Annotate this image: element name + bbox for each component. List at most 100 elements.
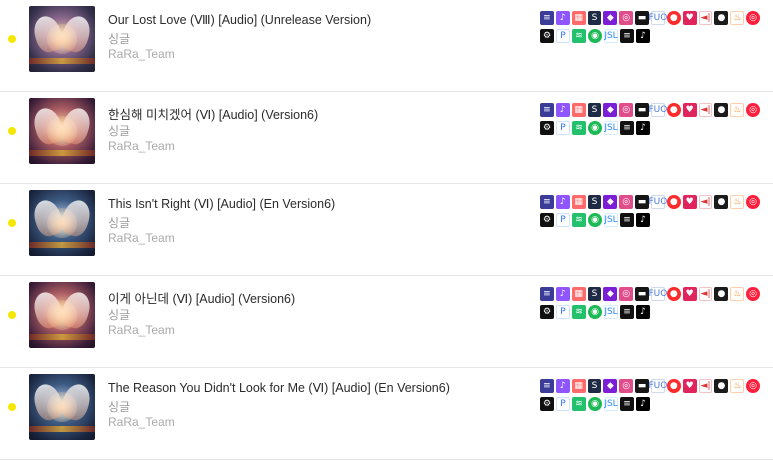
instagram-icon[interactable]: ◎ — [619, 103, 634, 117]
radio-icon[interactable]: ◄| — [698, 11, 713, 25]
release-row[interactable]: 이게 아닌데 (Ⅵ) [Audio] (Version6) 싱글 RaRa_Te… — [0, 276, 773, 368]
spotify-like-icon[interactable]: ≡ — [540, 379, 554, 393]
youtube-music-icon[interactable]: ▬ — [635, 195, 649, 209]
target-icon[interactable]: ◎ — [746, 103, 760, 117]
sound-icon[interactable]: ● — [714, 195, 729, 209]
fluo-icon[interactable]: FUO — [648, 287, 667, 301]
gear-icon[interactable]: ⚙ — [540, 213, 554, 227]
release-title[interactable]: This Isn't Right (Ⅵ) [Audio] (En Version… — [108, 196, 335, 211]
fire-icon[interactable]: ♨ — [730, 195, 745, 209]
jiosaavn-icon[interactable]: JSL — [604, 305, 618, 319]
jiosaavn-icon[interactable]: JSL — [604, 213, 618, 227]
album-cover-image[interactable] — [29, 374, 95, 440]
spotify-icon[interactable]: ◉ — [588, 397, 602, 411]
release-row[interactable]: This Isn't Right (Ⅵ) [Audio] (En Version… — [0, 184, 773, 276]
fire-icon[interactable]: ♨ — [730, 103, 745, 117]
instagram-icon[interactable]: ◎ — [619, 195, 634, 209]
gear-icon[interactable]: ⚙ — [540, 121, 554, 135]
radio-icon[interactable]: ◄| — [698, 287, 713, 301]
spotify-like-icon[interactable]: ≡ — [540, 195, 554, 209]
anghami-icon[interactable]: ≋ — [572, 397, 586, 411]
spotify-icon[interactable]: ◉ — [588, 29, 602, 43]
tiktok-icon[interactable]: ♪ — [636, 213, 650, 227]
anghami-icon[interactable]: ≋ — [572, 305, 586, 319]
jiosaavn-icon[interactable]: JSL — [604, 29, 618, 43]
youtube-icon[interactable]: ● — [666, 11, 681, 25]
release-title[interactable]: 한심해 미치겠어 (Ⅵ) [Audio] (Version6) — [108, 104, 318, 123]
shazam-icon[interactable]: S — [587, 195, 602, 209]
target-icon[interactable]: ◎ — [746, 195, 760, 209]
target-icon[interactable]: ◎ — [746, 287, 760, 301]
iheart-icon[interactable]: ♥ — [682, 379, 697, 393]
spotify-icon[interactable]: ◉ — [588, 121, 602, 135]
radio-icon[interactable]: ◄| — [698, 195, 713, 209]
deezer-icon[interactable]: ▦ — [571, 379, 586, 393]
youtube-music-icon[interactable]: ▬ — [635, 287, 649, 301]
tidal-icon[interactable]: ◆ — [603, 195, 618, 209]
pandora-icon[interactable]: P — [556, 397, 570, 411]
iheart-icon[interactable]: ♥ — [682, 195, 697, 209]
album-cover-image[interactable] — [29, 6, 95, 72]
release-title[interactable]: The Reason You Didn't Look for Me (Ⅵ) [A… — [108, 380, 450, 395]
instagram-icon[interactable]: ◎ — [619, 11, 634, 25]
napster-icon[interactable]: ≡ — [620, 29, 634, 43]
fluo-icon[interactable]: FUO — [648, 195, 667, 209]
fluo-icon[interactable]: FUO — [648, 379, 667, 393]
apple-music-icon[interactable]: ♪ — [555, 287, 570, 301]
jiosaavn-icon[interactable]: JSL — [604, 397, 618, 411]
deezer-icon[interactable]: ▦ — [571, 195, 586, 209]
artist-name[interactable]: RaRa_Team — [108, 415, 175, 429]
album-cover-image[interactable] — [29, 190, 95, 256]
youtube-icon[interactable]: ● — [666, 379, 681, 393]
pandora-icon[interactable]: P — [556, 121, 570, 135]
radio-icon[interactable]: ◄| — [698, 103, 713, 117]
napster-icon[interactable]: ≡ — [620, 305, 634, 319]
deezer-icon[interactable]: ▦ — [571, 287, 586, 301]
album-cover-image[interactable] — [29, 282, 95, 348]
deezer-icon[interactable]: ▦ — [571, 103, 586, 117]
youtube-icon[interactable]: ● — [666, 287, 681, 301]
target-icon[interactable]: ◎ — [746, 379, 760, 393]
fire-icon[interactable]: ♨ — [730, 11, 745, 25]
youtube-icon[interactable]: ● — [666, 103, 681, 117]
artist-name[interactable]: RaRa_Team — [108, 323, 175, 337]
anghami-icon[interactable]: ≋ — [572, 29, 586, 43]
spotify-like-icon[interactable]: ≡ — [540, 287, 554, 301]
iheart-icon[interactable]: ♥ — [682, 287, 697, 301]
sound-icon[interactable]: ● — [714, 103, 729, 117]
fire-icon[interactable]: ♨ — [730, 379, 745, 393]
jiosaavn-icon[interactable]: JSL — [604, 121, 618, 135]
sound-icon[interactable]: ● — [714, 11, 729, 25]
youtube-music-icon[interactable]: ▬ — [635, 11, 649, 25]
gear-icon[interactable]: ⚙ — [540, 29, 554, 43]
release-title[interactable]: Our Lost Love (Ⅷ) [Audio] (Unrelease Ver… — [108, 12, 371, 27]
release-row[interactable]: 한심해 미치겠어 (Ⅵ) [Audio] (Version6) 싱글 RaRa_… — [0, 92, 773, 184]
anghami-icon[interactable]: ≋ — [572, 121, 586, 135]
pandora-icon[interactable]: P — [556, 213, 570, 227]
gear-icon[interactable]: ⚙ — [540, 397, 554, 411]
tiktok-icon[interactable]: ♪ — [636, 305, 650, 319]
sound-icon[interactable]: ● — [714, 379, 729, 393]
fluo-icon[interactable]: FUO — [648, 11, 667, 25]
instagram-icon[interactable]: ◎ — [619, 287, 634, 301]
apple-music-icon[interactable]: ♪ — [555, 103, 570, 117]
tiktok-icon[interactable]: ♪ — [636, 29, 650, 43]
album-cover-image[interactable] — [29, 98, 95, 164]
spotify-icon[interactable]: ◉ — [588, 213, 602, 227]
napster-icon[interactable]: ≡ — [620, 213, 634, 227]
radio-icon[interactable]: ◄| — [698, 379, 713, 393]
youtube-icon[interactable]: ● — [666, 195, 681, 209]
apple-music-icon[interactable]: ♪ — [555, 195, 570, 209]
iheart-icon[interactable]: ♥ — [682, 103, 697, 117]
shazam-icon[interactable]: S — [587, 11, 602, 25]
napster-icon[interactable]: ≡ — [620, 121, 634, 135]
instagram-icon[interactable]: ◎ — [619, 379, 634, 393]
artist-name[interactable]: RaRa_Team — [108, 139, 175, 153]
release-row[interactable]: Our Lost Love (Ⅷ) [Audio] (Unrelease Ver… — [0, 0, 773, 92]
spotify-like-icon[interactable]: ≡ — [540, 103, 554, 117]
target-icon[interactable]: ◎ — [746, 11, 760, 25]
shazam-icon[interactable]: S — [587, 379, 602, 393]
shazam-icon[interactable]: S — [587, 287, 602, 301]
napster-icon[interactable]: ≡ — [620, 397, 634, 411]
release-title[interactable]: 이게 아닌데 (Ⅵ) [Audio] (Version6) — [108, 288, 295, 307]
